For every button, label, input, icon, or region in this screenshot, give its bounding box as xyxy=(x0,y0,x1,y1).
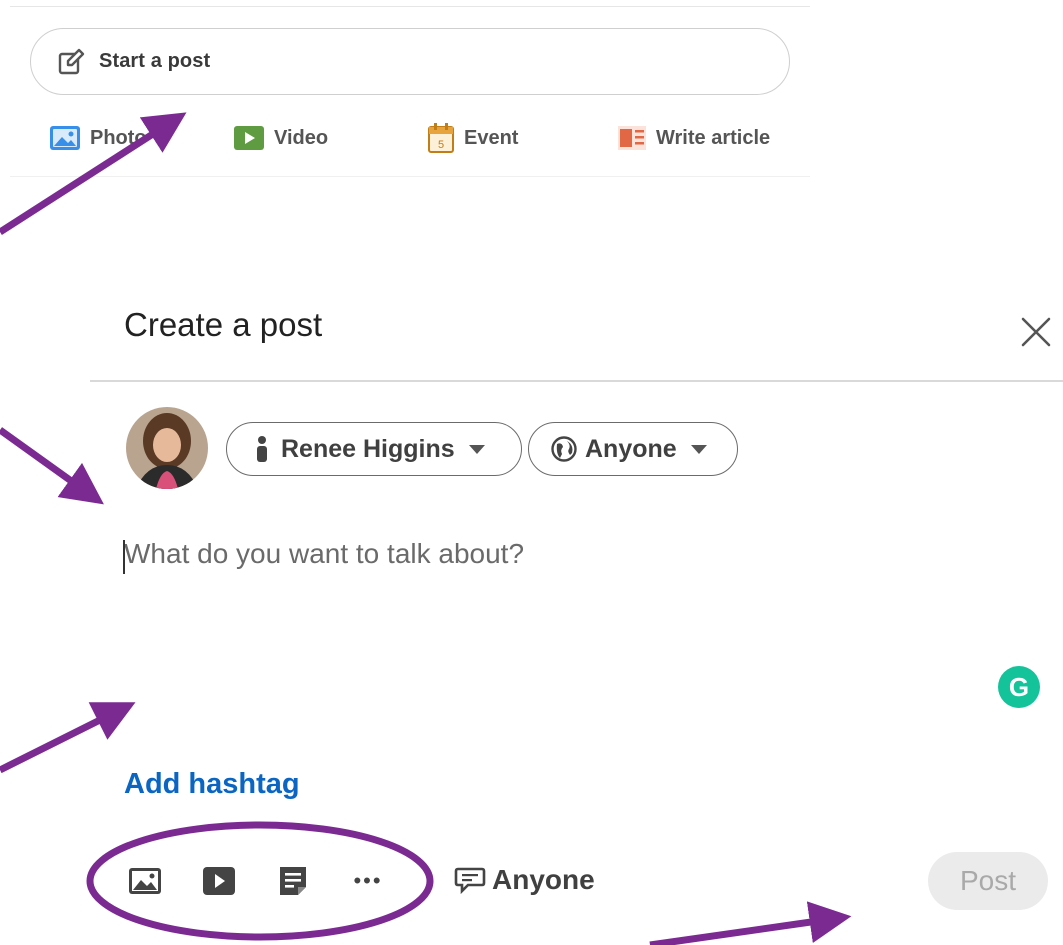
author-selector[interactable]: Renee Higgins xyxy=(226,422,522,476)
calendar-event-icon: 5 xyxy=(428,123,454,153)
dialog-divider xyxy=(90,380,1063,382)
globe-icon xyxy=(551,436,577,462)
image-icon xyxy=(129,868,161,894)
chevron-down-icon xyxy=(690,444,707,454)
arrow-to-author xyxy=(0,427,104,505)
chevron-down-icon xyxy=(468,444,485,454)
comment-visibility-label: Anyone xyxy=(492,864,595,895)
add-video-button[interactable] xyxy=(200,862,238,900)
write-article-button[interactable]: Write article xyxy=(618,120,770,156)
create-post-dialog: Create a post Renee Higgins Anyone What … xyxy=(90,290,1063,945)
more-icon: ••• xyxy=(353,868,383,893)
document-icon xyxy=(280,867,306,895)
share-actions: Photo Video 5 Event Write article xyxy=(50,120,810,156)
event-button[interactable]: 5 Event xyxy=(428,120,518,156)
add-hashtag-link[interactable]: Add hashtag xyxy=(124,768,300,801)
comment-icon xyxy=(454,867,486,895)
share-box-bottom-border xyxy=(10,176,810,177)
video-label: Video xyxy=(274,126,329,149)
avatar-photo xyxy=(126,407,208,489)
share-box-top-border xyxy=(10,6,810,7)
photo-icon xyxy=(50,126,80,150)
add-photo-button[interactable] xyxy=(126,862,164,900)
post-button[interactable]: Post xyxy=(928,852,1048,910)
video-icon xyxy=(234,126,264,150)
photo-button[interactable]: Photo xyxy=(50,120,147,156)
event-label: Event xyxy=(464,126,519,149)
pencil-edit-icon xyxy=(58,48,85,74)
write-article-label: Write article xyxy=(656,126,771,149)
start-post-button[interactable]: Start a post xyxy=(30,28,790,95)
person-icon xyxy=(257,436,267,462)
video-button[interactable]: Video xyxy=(234,120,328,156)
dialog-title: Create a post xyxy=(124,306,323,343)
article-icon xyxy=(618,126,646,150)
close-icon[interactable] xyxy=(1016,312,1056,352)
start-post-label: Start a post xyxy=(99,50,211,72)
avatar[interactable] xyxy=(126,407,208,489)
grammarly-icon: G xyxy=(1008,672,1030,702)
text-cursor xyxy=(123,540,125,574)
author-name: Renee Higgins xyxy=(281,434,455,463)
visibility-selector[interactable]: Anyone xyxy=(528,422,738,476)
photo-label: Photo xyxy=(90,126,147,149)
more-options-button[interactable]: ••• xyxy=(346,862,390,900)
comment-visibility-button[interactable]: Anyone xyxy=(454,864,595,896)
video-play-icon xyxy=(203,867,235,895)
grammarly-button[interactable]: G xyxy=(998,666,1040,708)
svg-text:5: 5 xyxy=(438,139,444,151)
share-box: Start a post Photo Video 5 Event Write a… xyxy=(10,0,810,178)
visibility-label: Anyone xyxy=(585,434,677,463)
add-document-button[interactable] xyxy=(274,862,312,900)
post-text-input[interactable] xyxy=(122,530,1026,684)
